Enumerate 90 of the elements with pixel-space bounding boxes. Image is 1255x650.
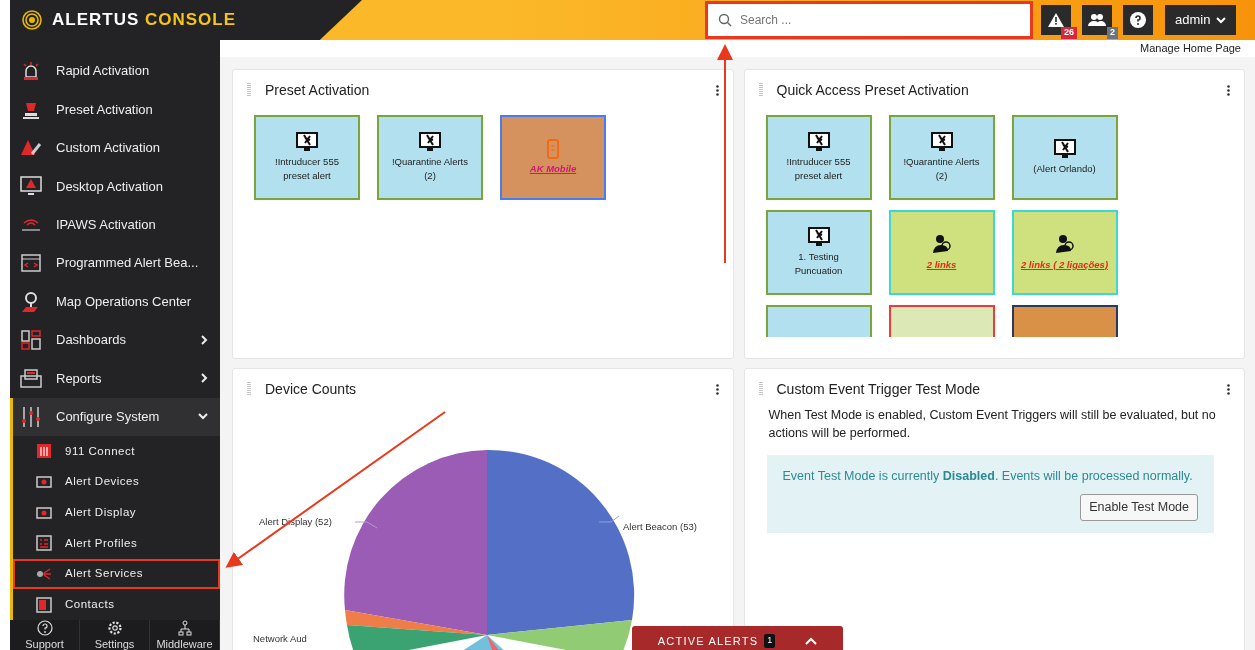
monitor-runner-icon bbox=[807, 226, 830, 247]
leader-line bbox=[598, 515, 620, 522]
widget-title: Device Counts bbox=[265, 379, 358, 399]
manage-home-page-menu[interactable]: Manage Home Page bbox=[1140, 40, 1241, 57]
report-tray-icon bbox=[20, 368, 42, 389]
more-options-icon[interactable] bbox=[715, 383, 719, 395]
description-text: When Test Mode is enabled, Custom Event Triggers will still be evaluated, but no actions will be performed. bbox=[767, 406, 1217, 443]
sidebar-item[interactable]: Preset Activation bbox=[10, 90, 220, 129]
users-button[interactable] bbox=[1082, 5, 1112, 35]
widget-title: Custom Event Trigger Test Mode bbox=[776, 379, 982, 399]
sidebar-item[interactable]: Dashboards bbox=[10, 320, 220, 360]
sidebar-subitem[interactable]: Contacts bbox=[13, 589, 220, 621]
leader-line bbox=[354, 521, 378, 528]
sidebar-item[interactable]: Programmed Alert Bea... bbox=[10, 243, 220, 283]
logo-icon bbox=[22, 10, 42, 30]
sidebar-item[interactable]: Configure System bbox=[13, 397, 220, 436]
tile-label: !Intruducer 555 preset alert bbox=[785, 154, 852, 183]
sidebar-subitem[interactable]: Alert Profiles bbox=[13, 527, 220, 559]
network-icon bbox=[177, 620, 192, 637]
device-icon bbox=[36, 474, 52, 489]
sidebar-subitem[interactable]: 911 Connect bbox=[13, 435, 220, 467]
monitor-runner-icon bbox=[1053, 138, 1076, 159]
search-icon bbox=[718, 13, 732, 27]
help-button[interactable] bbox=[1123, 5, 1153, 35]
tile-label: 1. Testing Puncuation bbox=[793, 249, 844, 278]
dashboard-icon bbox=[21, 329, 41, 350]
widget-title: Quick Access Preset Activation bbox=[776, 80, 970, 100]
monitor-runner-icon bbox=[807, 131, 830, 152]
search-field[interactable]: Search ... bbox=[708, 4, 1030, 36]
sidebar-subitem[interactable]: Alert Services bbox=[13, 558, 220, 590]
share-icon bbox=[36, 567, 52, 581]
more-options-icon[interactable] bbox=[1227, 383, 1230, 395]
signal-waves-icon bbox=[20, 216, 42, 233]
preset-tile[interactable]: !Quarantine Alerts (2) bbox=[377, 114, 483, 200]
help-icon bbox=[36, 620, 53, 637]
phone-icon bbox=[547, 138, 559, 159]
footer-button[interactable]: Settings bbox=[80, 620, 150, 650]
profile-list-icon bbox=[36, 535, 52, 552]
preset-tile[interactable]: (Alert Orlando) bbox=[1011, 114, 1118, 200]
more-options-icon[interactable] bbox=[1227, 84, 1230, 96]
footer-button[interactable]: Support bbox=[10, 620, 80, 650]
person-icon bbox=[1053, 232, 1076, 255]
chevron-up-icon bbox=[805, 637, 818, 645]
active-alerts-bar[interactable]: ACTIVE ALERTS 1 bbox=[632, 626, 843, 650]
tile-label: !Quarantine Alerts (2) bbox=[390, 154, 469, 183]
monitor-warning-icon bbox=[20, 176, 42, 197]
siren-icon bbox=[21, 61, 41, 82]
device-icon bbox=[36, 505, 52, 520]
monitor-runner-icon bbox=[419, 131, 441, 152]
sliders-icon bbox=[20, 405, 42, 428]
preset-tile[interactable]: 1. Testing Puncuation bbox=[765, 209, 872, 295]
contact-card-icon bbox=[36, 596, 52, 613]
count-badge: 1 bbox=[764, 634, 776, 648]
sidebar-subitem[interactable]: Alert Devices bbox=[13, 466, 220, 498]
pie-label: Alert Beacon (53) bbox=[623, 520, 697, 532]
person-icon bbox=[930, 232, 953, 255]
sidebar-item[interactable]: Reports bbox=[10, 359, 220, 398]
sidebar-item[interactable]: IPAWS Activation bbox=[10, 205, 220, 244]
drag-handle-icon[interactable] bbox=[247, 382, 251, 396]
tile-label: (Alert Orlando) bbox=[1033, 161, 1096, 176]
preset-tile[interactable]: !Quarantine Alerts (2) bbox=[888, 114, 995, 200]
users-icon bbox=[1088, 13, 1106, 27]
phone-grid-icon bbox=[36, 443, 52, 460]
code-window-icon bbox=[21, 253, 41, 274]
more-options-icon[interactable] bbox=[715, 84, 719, 96]
status-text: Event Test Mode is currently Disabled. Events will be processed normally. bbox=[782, 468, 1194, 485]
monitor-runner-icon bbox=[296, 131, 318, 152]
widget-title: Preset Activation bbox=[265, 80, 371, 100]
pie-label: Network Aud bbox=[253, 632, 307, 644]
tile-label: !Intruducer 555 preset alert bbox=[274, 154, 340, 183]
monitor-runner-icon bbox=[930, 131, 953, 152]
drag-handle-icon[interactable] bbox=[758, 83, 763, 97]
user-menu-button[interactable]: admin bbox=[1165, 5, 1237, 35]
sidebar-item[interactable]: Rapid Activation bbox=[10, 52, 220, 91]
preset-tile[interactable]: !Intruducer 555 preset alert bbox=[765, 114, 872, 200]
warning-icon bbox=[1048, 13, 1064, 27]
sidebar-item[interactable]: Desktop Activation bbox=[10, 167, 220, 206]
preset-tile[interactable]: !Intruducer 555 preset alert bbox=[254, 114, 360, 200]
brand-title: ALERTUS CONSOLE bbox=[52, 9, 237, 32]
tile-label: !Quarantine Alerts (2) bbox=[902, 154, 981, 183]
chevron-down-icon bbox=[1216, 16, 1227, 24]
drag-handle-icon[interactable] bbox=[247, 83, 251, 97]
sidebar-item[interactable]: Map Operations Center bbox=[10, 282, 220, 321]
sidebar-subitem[interactable]: Alert Display bbox=[13, 497, 220, 528]
enable-test-mode-button[interactable]: Enable Test Mode bbox=[1080, 493, 1198, 521]
sidebar-item[interactable]: Custom Activation bbox=[10, 128, 220, 168]
count-badge: 26 bbox=[1061, 27, 1077, 39]
help-icon bbox=[1130, 12, 1146, 28]
drag-handle-icon[interactable] bbox=[758, 382, 763, 396]
settings-icon bbox=[106, 620, 123, 637]
